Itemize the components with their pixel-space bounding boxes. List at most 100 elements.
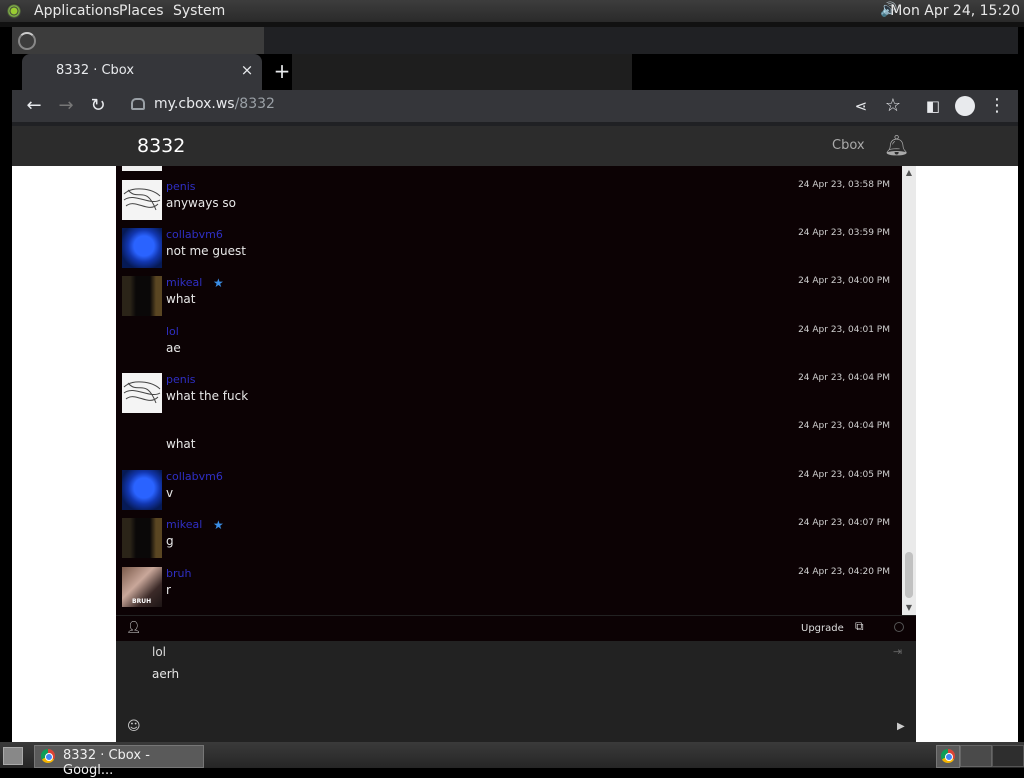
side-panel-icon[interactable]: ◧	[922, 95, 944, 117]
user-avatar[interactable]	[122, 518, 162, 558]
chat-message: penis anyways so 24 Apr 23, 03:58 PM	[116, 176, 902, 224]
message-text: ae	[166, 341, 181, 355]
show-desktop-icon[interactable]	[3, 747, 23, 765]
back-icon[interactable]: ←	[23, 95, 45, 117]
chrome-icon	[41, 749, 55, 763]
message-text: anyways so	[166, 196, 236, 210]
message-text: what the fuck	[166, 389, 249, 403]
room-title: 8332	[137, 135, 186, 157]
message-username[interactable]: mikeal	[166, 518, 202, 531]
scroll-down-icon[interactable]: ▼	[904, 603, 914, 612]
chat-message: lol ae 24 Apr 23, 04:01 PM	[116, 321, 902, 369]
message-text: r	[166, 583, 171, 597]
message-text: what	[166, 292, 196, 306]
message-timestamp: 24 Apr 23, 04:04 PM	[798, 421, 890, 431]
user-avatar[interactable]	[122, 276, 162, 316]
reload-icon[interactable]: ↻	[87, 95, 109, 117]
user-avatar[interactable]: BRUH	[122, 567, 162, 607]
avatar-partial	[122, 166, 162, 171]
user-avatar[interactable]	[122, 373, 162, 413]
top-panel: Applications Places System 🔊 Mon Apr 24,…	[0, 0, 1024, 22]
message-text: g	[166, 534, 174, 548]
scroll-up-icon[interactable]: ▲	[904, 168, 914, 177]
message-username[interactable]: mikeal	[166, 276, 202, 289]
tab-close-icon[interactable]: ×	[238, 61, 256, 79]
message-timestamp: 24 Apr 23, 03:58 PM	[798, 180, 890, 190]
message-timestamp: 24 Apr 23, 04:07 PM	[798, 518, 890, 528]
address-bar[interactable]: my.cbox.ws/8332	[154, 96, 275, 112]
chat-message: mikeal ★ g 24 Apr 23, 04:07 PM	[116, 514, 902, 562]
message-text: what	[166, 437, 196, 451]
external-link-icon[interactable]: ⧉	[855, 619, 864, 634]
bookmark-star-icon[interactable]: ☆	[882, 95, 904, 117]
url-host: my.cbox.ws	[154, 96, 235, 112]
menu-applications[interactable]: Applications	[34, 3, 120, 19]
chat-message: collabvm6 v 24 Apr 23, 04:05 PM	[116, 466, 902, 514]
forward-icon[interactable]: →	[55, 95, 77, 117]
menu-places[interactable]: Places	[119, 3, 164, 19]
upgrade-link[interactable]: Upgrade	[801, 623, 844, 634]
sketch-scribble	[123, 188, 161, 211]
window-titlebar[interactable]	[12, 27, 264, 54]
user-icon[interactable]: 👤︎	[126, 620, 141, 634]
cbox-link[interactable]: Cbox	[832, 138, 865, 153]
browser-tab[interactable]: 8332 · Cbox ×	[22, 54, 262, 90]
message-username[interactable]: lol	[166, 325, 179, 338]
message-username[interactable]: collabvm6	[166, 470, 223, 483]
avatar-caption: BRUH	[132, 598, 152, 605]
chat-message-list[interactable]: penis anyways so 24 Apr 23, 03:58 PM collab…	[116, 166, 902, 615]
message-text: not me guest	[166, 244, 246, 258]
message-timestamp: 24 Apr 23, 04:00 PM	[798, 276, 890, 286]
star-badge: ★	[210, 518, 224, 532]
workspace-2[interactable]	[992, 745, 1024, 767]
name-input[interactable]	[152, 645, 852, 659]
message-username[interactable]: penis	[166, 180, 196, 193]
tray-chrome-button[interactable]	[936, 745, 960, 768]
chat-scrollbar[interactable]	[902, 166, 916, 615]
loading-spinner-icon	[18, 32, 36, 50]
scroll-thumb[interactable]	[905, 552, 913, 598]
connection-status-icon	[894, 622, 904, 632]
message-timestamp: 24 Apr 23, 04:20 PM	[798, 567, 890, 577]
chat-message: mikeal ★ what 24 Apr 23, 04:00 PM	[116, 272, 902, 320]
new-tab-button[interactable]: +	[272, 59, 292, 83]
tab-strip-empty[interactable]	[292, 54, 632, 90]
message-username[interactable]: bruh	[166, 567, 191, 580]
clock[interactable]: Mon Apr 24, 15:20	[890, 3, 1020, 19]
taskbar-window-label: 8332 · Cbox - Googl...	[63, 748, 150, 778]
workspace-1[interactable]	[960, 745, 992, 767]
profile-avatar-icon[interactable]	[955, 96, 975, 116]
message-username[interactable]: collabvm6	[166, 228, 223, 241]
page-margin-left	[12, 166, 116, 742]
share-icon[interactable]: ⋖	[850, 95, 872, 117]
tab-title: 8332 · Cbox	[56, 63, 135, 78]
message-timestamp: 24 Apr 23, 04:04 PM	[798, 373, 890, 383]
sketch-scribble	[123, 381, 161, 404]
user-avatar[interactable]	[122, 228, 162, 268]
message-input[interactable]	[152, 667, 852, 681]
chat-message: collabvm6 not me guest 24 Apr 23, 03:59 PM	[116, 224, 902, 272]
url-path: /8332	[234, 96, 275, 112]
notification-bell-icon[interactable]: 🔔︎	[884, 133, 909, 157]
message-username[interactable]: penis	[166, 373, 196, 386]
send-icon[interactable]: ▶	[897, 721, 905, 732]
message-text: v	[166, 486, 174, 500]
user-avatar[interactable]	[122, 470, 162, 510]
menu-system[interactable]: System	[173, 3, 225, 19]
message-timestamp: 24 Apr 23, 04:01 PM	[798, 325, 890, 335]
login-icon[interactable]: ⇥	[893, 645, 902, 658]
user-avatar[interactable]	[122, 180, 162, 220]
lock-icon[interactable]	[131, 98, 145, 110]
chrome-icon	[941, 749, 955, 763]
message-timestamp: 24 Apr 23, 03:59 PM	[798, 228, 890, 238]
star-icon: ★	[213, 276, 224, 290]
emoji-icon[interactable]: ☺	[127, 719, 141, 734]
menu-kebab-icon[interactable]: ⋮	[986, 95, 1008, 117]
chat-message: what 24 Apr 23, 04:04 PM	[116, 417, 902, 465]
star-icon: ★	[213, 518, 224, 532]
chat-message: BRUH bruh r 24 Apr 23, 04:20 PM	[116, 563, 902, 611]
distro-logo-icon[interactable]	[6, 3, 22, 19]
taskbar-window-button[interactable]: 8332 · Cbox - Googl...	[34, 745, 204, 778]
page-margin-right	[916, 166, 1018, 742]
star-badge: ★	[210, 276, 224, 290]
